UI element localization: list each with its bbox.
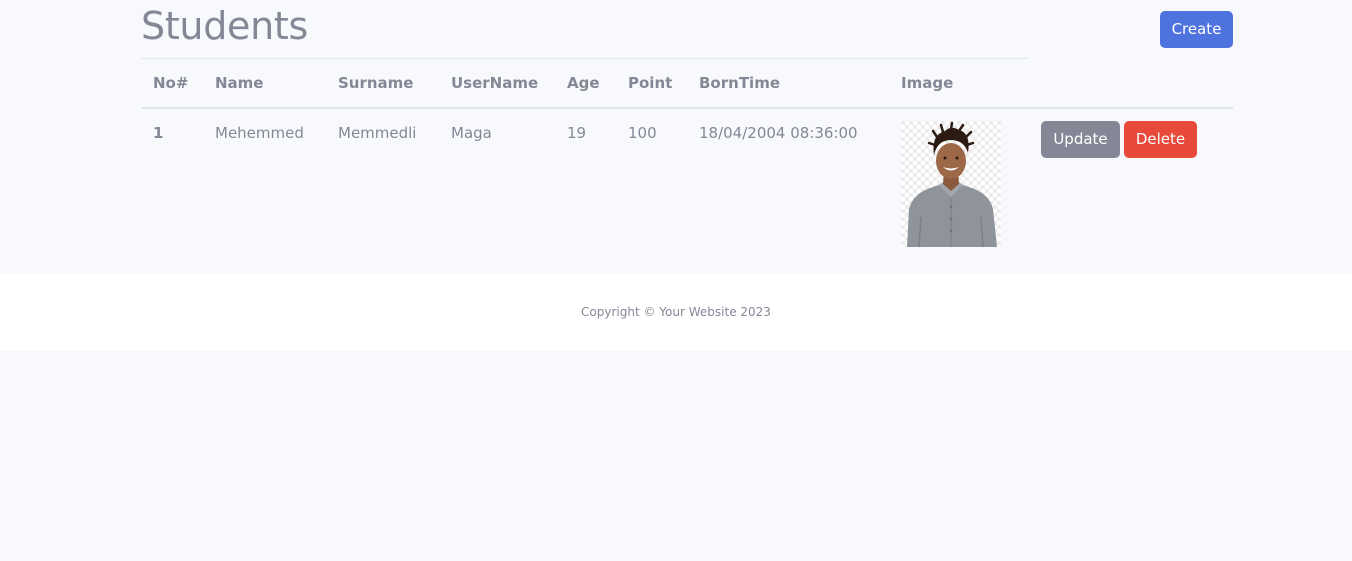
cell-name: Mehemmed	[215, 124, 304, 142]
cell-username: Maga	[451, 124, 492, 142]
footer: Copyright © Your Website 2023	[0, 274, 1352, 351]
page-title: Students	[141, 4, 308, 48]
cell-no: 1	[153, 124, 164, 142]
cell-surname: Memmedli	[338, 124, 417, 142]
create-button[interactable]: Create	[1160, 11, 1233, 48]
cell-borntime: 18/04/2004 08:36:00	[699, 124, 858, 142]
student-photo	[901, 121, 1001, 247]
footer-copyright: Copyright © Your Website 2023	[581, 305, 771, 319]
header-username: UserName	[451, 74, 539, 92]
main-content: Students Create No# Name Surname UserNam…	[0, 0, 1352, 274]
header-surname: Surname	[338, 74, 414, 92]
header-image: Image	[901, 74, 954, 92]
cell-age: 19	[567, 124, 587, 142]
header-borntime: BornTime	[699, 74, 780, 92]
update-button[interactable]: Update	[1041, 121, 1120, 158]
table-header-border	[141, 107, 1233, 109]
header-no: No#	[153, 74, 189, 92]
cell-point: 100	[628, 124, 657, 142]
header-age: Age	[567, 74, 600, 92]
table-top-border	[141, 58, 1029, 59]
delete-button[interactable]: Delete	[1124, 121, 1197, 158]
header-point: Point	[628, 74, 673, 92]
header-name: Name	[215, 74, 264, 92]
